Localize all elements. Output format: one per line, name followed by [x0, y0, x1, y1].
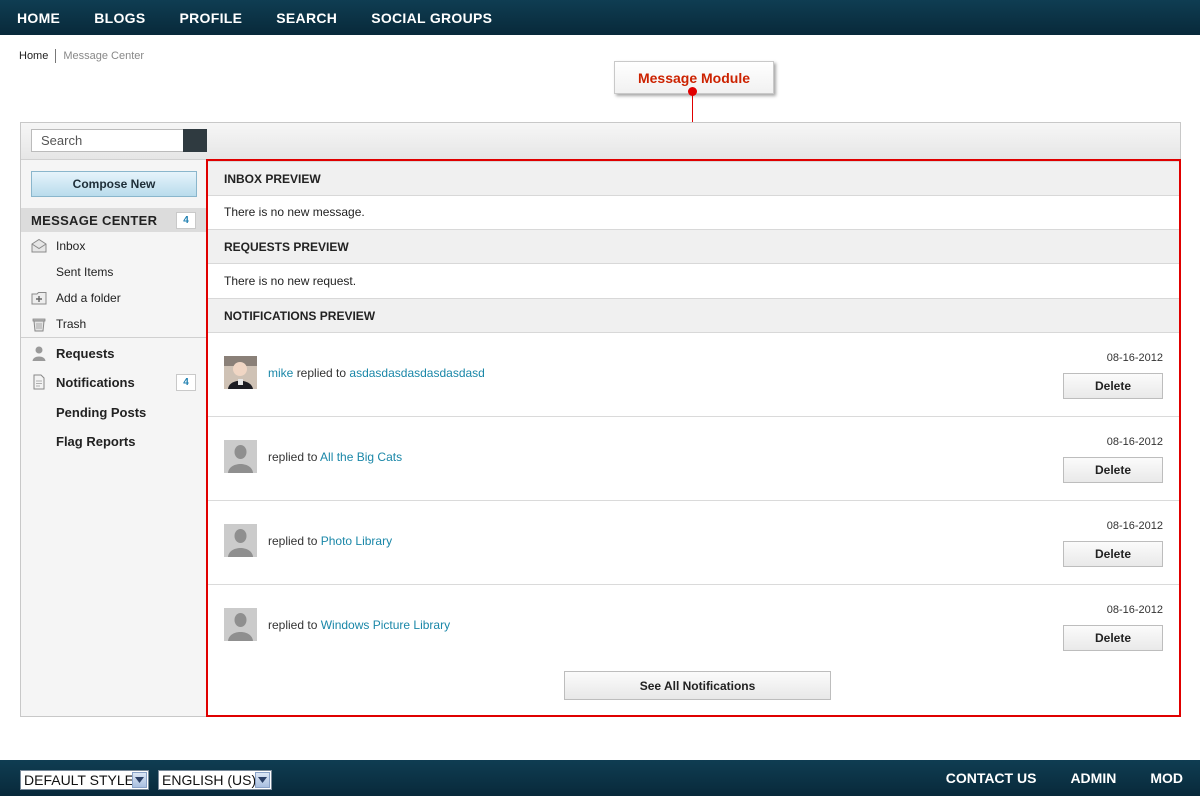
notification-text: replied to All the Big Cats [268, 450, 402, 464]
sidebar-item-label: Notifications [56, 374, 135, 390]
language-select-value: ENGLISH (US) [162, 772, 257, 788]
inbox-preview-body: There is no new message. [208, 195, 1179, 229]
style-select[interactable]: DEFAULT STYLE [20, 770, 149, 790]
breadcrumb-separator [55, 49, 57, 63]
message-module: INBOX PREVIEW There is no new message. R… [206, 159, 1181, 717]
user-avatar[interactable] [224, 440, 257, 473]
sidebar-item-pending-posts[interactable]: Pending Posts [21, 401, 206, 423]
requests-empty-text: There is no new request. [224, 274, 357, 288]
sidebar-item-sent-items[interactable]: Sent Items [21, 261, 206, 283]
nav-home[interactable]: HOME [17, 10, 60, 26]
user-avatar[interactable] [224, 356, 257, 389]
sidebar-item-label: Requests [56, 345, 115, 361]
compose-new-button[interactable]: Compose New [31, 171, 197, 197]
sidebar-item-label: Sent Items [56, 265, 114, 279]
footer-links: CONTACT US ADMIN MOD [912, 770, 1183, 786]
notifications-count-badge: 4 [176, 374, 196, 391]
sidebar-item-label: Trash [56, 317, 87, 331]
footer-link-mod[interactable]: MOD [1150, 770, 1183, 786]
user-avatar[interactable] [224, 608, 257, 641]
message-center-count-badge: 4 [176, 212, 196, 229]
envelope-icon [31, 238, 47, 253]
delete-button[interactable]: Delete [1063, 457, 1163, 483]
message-center-title: MESSAGE CENTER [31, 212, 158, 228]
notification-target-link[interactable]: All the Big Cats [320, 450, 402, 464]
notification-text: replied to Photo Library [268, 534, 392, 548]
panel-toolbar [21, 123, 1180, 160]
sidebar-item-inbox[interactable]: Inbox [21, 235, 206, 257]
sidebar-item-notifications[interactable]: Notifications 4 [21, 371, 206, 393]
nav-social-groups[interactable]: SOCIAL GROUPS [371, 10, 492, 26]
breadcrumb: Home Message Center [19, 49, 144, 63]
notification-target-link[interactable]: asdasdasdasdasdasdasd [349, 366, 484, 380]
sidebar-item-label: Inbox [56, 239, 86, 253]
nav-blogs[interactable]: BLOGS [94, 10, 145, 26]
user-avatar[interactable] [224, 524, 257, 557]
sidebar-item-label: Add a folder [56, 291, 121, 305]
notification-date: 08-16-2012 [1106, 436, 1163, 448]
user-icon [32, 346, 46, 361]
breadcrumb-current: Message Center [63, 50, 145, 62]
requests-preview-header: REQUESTS PREVIEW [208, 229, 1179, 264]
delete-button[interactable]: Delete [1063, 625, 1163, 651]
notification-row: replied to All the Big Cats 08-16-2012 D… [208, 417, 1179, 501]
document-icon [33, 374, 45, 390]
sidebar-item-flag-reports[interactable]: Flag Reports [21, 430, 206, 452]
default-avatar-icon [224, 440, 257, 473]
breadcrumb-home[interactable]: Home [19, 50, 48, 62]
notification-action: replied to [268, 534, 318, 548]
notifications-preview-header: NOTIFICATIONS PREVIEW [208, 298, 1179, 333]
inbox-empty-text: There is no new message. [224, 205, 365, 219]
sidebar-item-add-folder[interactable]: Add a folder [21, 287, 206, 309]
default-avatar-icon [224, 524, 257, 557]
notification-date: 08-16-2012 [1106, 604, 1163, 616]
sidebar-item-label: Flag Reports [56, 433, 136, 449]
footer: DEFAULT STYLE ENGLISH (US) CONTACT US AD… [0, 760, 1200, 796]
notification-text: mike replied to asdasdasdasdasdasdasd [268, 366, 485, 380]
top-navigation: HOME BLOGS PROFILE SEARCH SOCIAL GROUPS [0, 0, 1200, 35]
trash-icon [32, 318, 46, 332]
chevron-down-icon [255, 772, 270, 788]
notification-action: replied to [268, 618, 318, 632]
requests-preview-title: REQUESTS PREVIEW [224, 239, 349, 254]
sidebar-item-trash[interactable]: Trash [21, 313, 206, 335]
notification-target-link[interactable]: Windows Picture Library [321, 618, 450, 632]
inbox-preview-header: INBOX PREVIEW [208, 161, 1179, 196]
sidebar: Compose New MESSAGE CENTER 4 Inbox Sent … [21, 160, 207, 716]
nav-search[interactable]: SEARCH [276, 10, 337, 26]
add-folder-icon [31, 292, 47, 305]
notification-user-link[interactable]: mike [268, 366, 293, 380]
notifications-preview-title: NOTIFICATIONS PREVIEW [224, 308, 376, 323]
search-input[interactable] [31, 129, 186, 152]
notification-action: replied to [268, 450, 318, 464]
message-center-header[interactable]: MESSAGE CENTER 4 [21, 208, 206, 232]
search-button[interactable] [183, 129, 207, 152]
delete-button[interactable]: Delete [1063, 541, 1163, 567]
notification-date: 08-16-2012 [1106, 520, 1163, 532]
nav-profile[interactable]: PROFILE [179, 10, 242, 26]
style-select-value: DEFAULT STYLE [24, 772, 134, 788]
sidebar-item-requests[interactable]: Requests [21, 342, 206, 364]
footer-link-contact-us[interactable]: CONTACT US [946, 770, 1037, 786]
notification-row: replied to Photo Library 08-16-2012 Dele… [208, 501, 1179, 585]
user-photo-icon [224, 356, 257, 389]
notification-date: 08-16-2012 [1106, 352, 1163, 364]
delete-button[interactable]: Delete [1063, 373, 1163, 399]
chevron-down-icon [132, 772, 147, 788]
requests-preview-body: There is no new request. [208, 264, 1179, 298]
footer-link-admin[interactable]: ADMIN [1070, 770, 1116, 786]
inbox-preview-title: INBOX PREVIEW [224, 171, 321, 186]
sidebar-item-label: Pending Posts [56, 404, 147, 420]
see-all-notifications-button[interactable]: See All Notifications [564, 671, 831, 700]
notification-target-link[interactable]: Photo Library [321, 534, 392, 548]
notification-row: mike replied to asdasdasdasdasdasdasd 08… [208, 333, 1179, 417]
default-avatar-icon [224, 608, 257, 641]
language-select[interactable]: ENGLISH (US) [158, 770, 272, 790]
sidebar-divider [21, 337, 206, 338]
notification-action: replied to [296, 366, 347, 380]
notification-text: replied to Windows Picture Library [268, 618, 450, 632]
notification-row: replied to Windows Picture Library 08-16… [208, 585, 1179, 668]
